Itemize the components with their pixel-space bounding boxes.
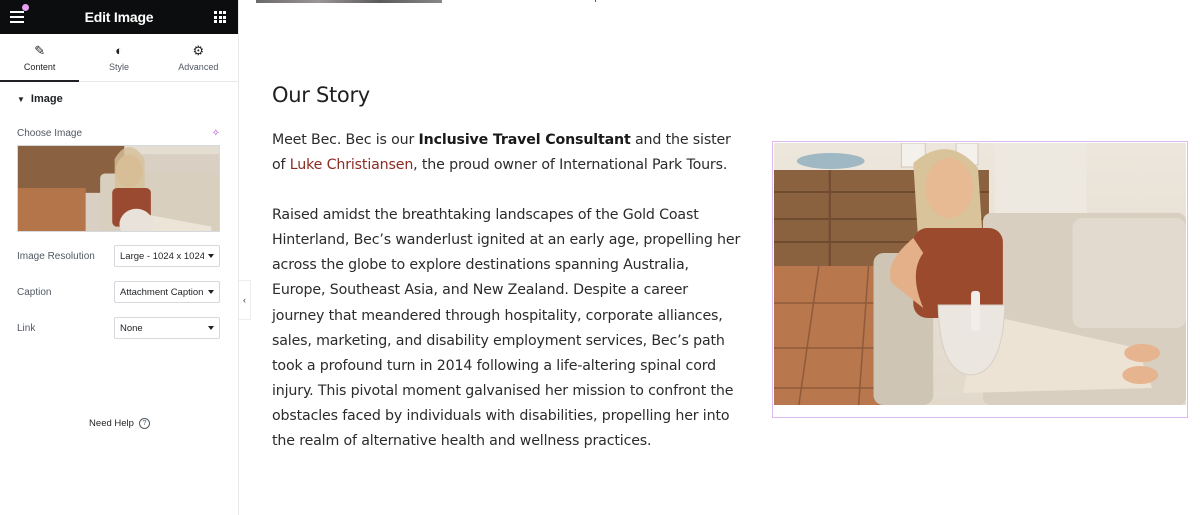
intro-paragraph: Meet Bec. Bec is our Inclusive Travel Co… xyxy=(272,128,742,178)
panel-title: Edit Image xyxy=(84,9,154,25)
selected-image-widget[interactable] xyxy=(772,141,1188,418)
section-title: Image xyxy=(30,93,63,105)
gear-icon: ⚙ xyxy=(192,43,205,58)
menu-icon[interactable] xyxy=(10,11,24,23)
caption-label: Caption xyxy=(17,286,52,298)
caption-control: Caption Attachment Caption xyxy=(0,280,238,304)
image-resolution-control: Image Resolution Large - 1024 x 1024 xyxy=(0,244,238,268)
previous-section-image xyxy=(256,0,442,3)
section-heading: Our Story xyxy=(272,83,370,107)
intro-text: Meet Bec. Bec is our xyxy=(272,132,419,148)
widgets-grid-icon[interactable] xyxy=(214,11,226,23)
dropdown-arrow-icon xyxy=(208,326,214,330)
editor-panel: Edit Image ✎ Content ◐ Style ⚙ Advanced … xyxy=(0,0,239,515)
caption-select[interactable]: Attachment Caption xyxy=(114,281,220,303)
section-toggle-image[interactable]: ▼ Image xyxy=(0,82,238,116)
panel-tabs: ✎ Content ◐ Style ⚙ Advanced xyxy=(0,34,238,82)
intro-text: , the proud owner of International Park … xyxy=(413,157,728,174)
thumbnail-photo xyxy=(18,146,219,231)
link-control: Link None xyxy=(0,316,238,340)
page-preview: Our Story Meet Bec. Bec is our Inclusive… xyxy=(240,0,1200,515)
pencil-icon: ✎ xyxy=(34,43,46,58)
half-circle-icon: ◐ xyxy=(115,43,123,58)
image-resolution-label: Image Resolution xyxy=(17,250,95,262)
role-text: Inclusive Travel Consultant xyxy=(418,132,631,148)
tab-label: Content xyxy=(23,62,56,72)
notification-dot xyxy=(22,4,29,11)
question-circle-icon: ? xyxy=(138,418,150,429)
dropdown-arrow-icon xyxy=(208,254,214,258)
tab-label: Style xyxy=(108,62,129,72)
bec-photo xyxy=(774,143,1186,405)
image-thumbnail[interactable] xyxy=(17,145,220,232)
need-help-label: Need Help xyxy=(89,418,134,429)
link-select[interactable]: None xyxy=(114,317,220,339)
ai-sparkle-icon[interactable]: ✧ xyxy=(212,128,220,139)
background-paragraph: Raised amidst the breathtaking landscape… xyxy=(272,207,741,450)
tab-style[interactable]: ◐ Style xyxy=(79,34,158,81)
tab-advanced[interactable]: ⚙ Advanced xyxy=(159,34,238,81)
need-help-link[interactable]: Need Help ? xyxy=(0,418,239,429)
choose-image-label: Choose Image xyxy=(17,128,83,139)
story-text: Meet Bec. Bec is our Inclusive Travel Co… xyxy=(272,128,742,479)
tab-label: Advanced xyxy=(178,62,219,72)
select-value: Large - 1024 x 1024 xyxy=(120,250,204,262)
dropdown-arrow-icon xyxy=(208,290,214,294)
panel-header: Edit Image xyxy=(0,0,238,34)
select-value: Attachment Caption xyxy=(120,286,204,298)
tab-content[interactable]: ✎ Content xyxy=(0,34,80,82)
luke-christiansen-link[interactable]: Luke Christiansen xyxy=(290,157,414,173)
image-resolution-select[interactable]: Large - 1024 x 1024 xyxy=(114,245,220,267)
link-label: Link xyxy=(17,322,36,334)
previous-section-text xyxy=(595,0,599,2)
caret-down-icon: ▼ xyxy=(17,94,25,104)
photo-illustration xyxy=(774,143,1186,405)
choose-image-row: Choose Image ✧ xyxy=(0,128,238,139)
select-value: None xyxy=(120,322,143,334)
